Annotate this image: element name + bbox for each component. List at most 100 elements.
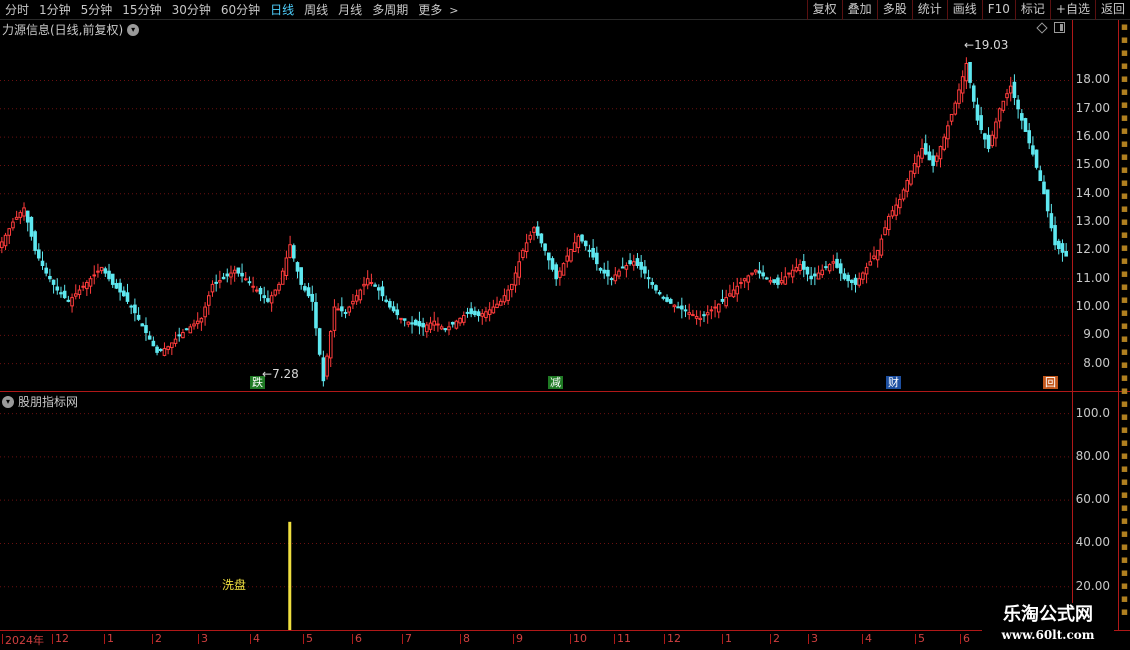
- candle-body: [613, 274, 618, 282]
- candle-body: [506, 289, 510, 301]
- period-tab-4[interactable]: 30分钟: [167, 0, 216, 20]
- candle-body: [347, 306, 352, 313]
- tool-button-8[interactable]: 返回: [1094, 0, 1130, 20]
- strip-glyph: ▪: [1120, 475, 1129, 488]
- date-tick-label: 3: [198, 632, 208, 645]
- period-tab-6[interactable]: 日线: [265, 0, 299, 20]
- candle-body: [979, 115, 983, 131]
- candle-body: [343, 311, 348, 314]
- candle-body: [731, 289, 736, 298]
- candle-body: [44, 267, 48, 274]
- candle-body: [303, 286, 307, 291]
- candle-body: [11, 221, 15, 229]
- candle-body: [40, 260, 45, 267]
- indicator-chart[interactable]: [0, 392, 1130, 630]
- candle-body: [195, 320, 200, 325]
- candle-body: [595, 252, 599, 265]
- diamond-icon[interactable]: [1036, 22, 1048, 34]
- candle-body: [606, 269, 610, 277]
- event-tag-buyback[interactable]: 回: [1043, 376, 1058, 389]
- candle-body: [927, 151, 932, 161]
- candle-body: [872, 255, 876, 259]
- candle-body: [532, 227, 536, 233]
- candle-body: [650, 282, 655, 285]
- candle-body: [805, 266, 810, 275]
- candle-body: [835, 258, 839, 268]
- period-tab-7[interactable]: 周线: [299, 0, 333, 20]
- date-tick-label: 2: [152, 632, 162, 645]
- candle-body: [790, 269, 795, 278]
- candle-body: [439, 326, 444, 330]
- date-tick-label: 3: [808, 632, 818, 645]
- tool-button-1[interactable]: 叠加: [841, 0, 877, 20]
- tool-button-5[interactable]: F10: [981, 0, 1015, 20]
- panel-toggle-icon[interactable]: [1054, 22, 1065, 33]
- candle-body: [683, 309, 688, 312]
- date-tick-label: 4: [250, 632, 260, 645]
- candle-body: [705, 312, 710, 316]
- period-tab-1[interactable]: 1分钟: [34, 0, 76, 20]
- tool-button-2[interactable]: 多股: [876, 0, 912, 20]
- period-tab-3[interactable]: 15分钟: [117, 0, 166, 20]
- candle-body: [879, 238, 884, 256]
- tool-button-3[interactable]: 统计: [911, 0, 947, 20]
- candle-body: [1034, 149, 1039, 168]
- candle-body: [694, 315, 699, 319]
- candle-body: [761, 272, 765, 277]
- candle-body: [572, 242, 577, 252]
- date-axis: 2024年 12 1 2 3 4 5 6 7 8 9 10 11 12 1 2 3 4 5 6: [0, 630, 1130, 650]
- date-tick-label: 2: [770, 632, 780, 645]
- candle-body: [853, 277, 858, 285]
- stock-title[interactable]: 力源信息(日线,前复权): [2, 21, 123, 38]
- period-toolbar: 分时 1分钟 5分钟 15分钟 30分钟 60分钟 日线 周线 月线 多周期 更多 > 复权 叠加 多股统…: [0, 0, 1130, 20]
- candle-body: [218, 280, 222, 283]
- period-tab-9[interactable]: 多周期: [367, 0, 413, 20]
- candle-body: [617, 270, 621, 277]
- price-tick-label: 18.00: [1075, 72, 1110, 87]
- candle-body: [931, 155, 935, 166]
- event-tag-finance[interactable]: 财: [886, 376, 901, 389]
- price-axis-border: [1072, 20, 1073, 630]
- event-tag-reduce[interactable]: 减: [548, 376, 563, 389]
- side-panel-strip[interactable]: ▪ ▪ ▪ ▪ ▪ ▪ ▪ ▪ ▪ ▪ ▪ ▪ ▪ ▪ ▪ ▪ ▪ ▪ ▪ ▪ ▪ ▪ ▪ ▪ ▪ ▪ ▪ ▪ ▪ ▪ ▪ ▪ ▪ ▪ ▪ ▪ ▪ ▪ ▪ ▪…: [1118, 20, 1130, 630]
- candle-body: [269, 295, 274, 304]
- period-tab-2[interactable]: 5分钟: [76, 0, 118, 20]
- window-controls: [1036, 22, 1065, 34]
- candle-body: [236, 267, 241, 274]
- candle-body: [384, 299, 388, 302]
- price-chart[interactable]: [0, 38, 1130, 392]
- candle-body: [886, 215, 891, 231]
- candle-body: [868, 261, 873, 266]
- candle-body: [739, 281, 743, 284]
- tool-button-7[interactable]: +自选: [1049, 0, 1095, 20]
- period-tab-10[interactable]: 更多: [413, 0, 447, 20]
- candle-body: [133, 304, 137, 314]
- tool-button-0[interactable]: 复权: [806, 0, 842, 20]
- candle-body: [901, 189, 906, 200]
- strip-glyph: ▪: [1120, 176, 1129, 189]
- candle-body: [391, 306, 396, 312]
- candle-body: [484, 311, 488, 319]
- candle-body: [162, 348, 167, 356]
- candle-body: [340, 306, 344, 312]
- period-tab-8[interactable]: 月线: [333, 0, 367, 20]
- chevron-right-icon[interactable]: >: [449, 4, 458, 17]
- candle-body: [3, 234, 8, 247]
- chevron-down-icon[interactable]: ▾: [127, 23, 140, 36]
- period-tab-5[interactable]: 60分钟: [216, 0, 265, 20]
- candle-body: [765, 277, 769, 280]
- candle-body: [129, 305, 133, 308]
- candle-body: [521, 249, 525, 258]
- candle-body: [421, 322, 425, 328]
- tool-button-6[interactable]: 标记: [1014, 0, 1050, 20]
- candle-body: [757, 270, 762, 274]
- candle-body: [550, 258, 555, 270]
- tool-button-4[interactable]: 画线: [946, 0, 982, 20]
- period-tab-0[interactable]: 分时: [0, 0, 34, 20]
- candle-body: [923, 143, 928, 155]
- candle-body: [388, 301, 392, 308]
- candle-body: [417, 321, 422, 327]
- candle-body: [214, 281, 218, 284]
- candle-body: [362, 283, 366, 287]
- candle-body: [461, 315, 466, 323]
